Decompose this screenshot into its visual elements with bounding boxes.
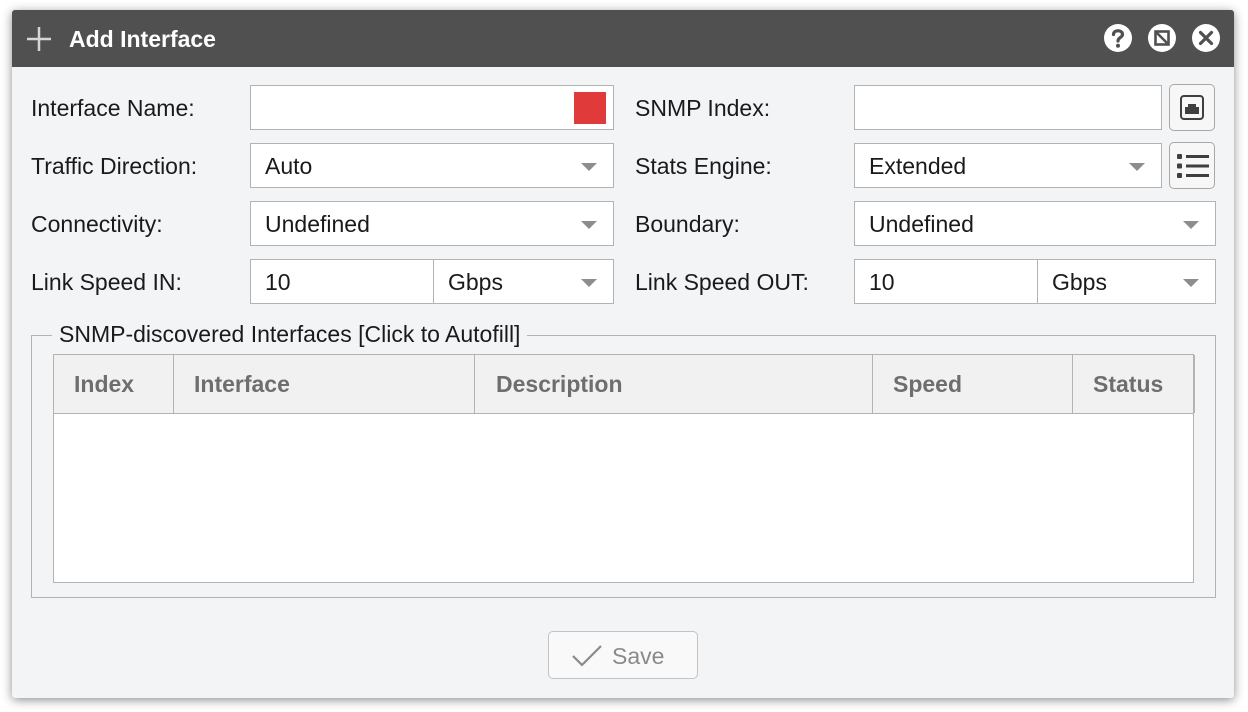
- dialog-title: Add Interface: [69, 26, 216, 52]
- snmp-index-input[interactable]: [854, 85, 1162, 130]
- chevron-down-icon: [581, 279, 597, 287]
- stats-engine-list-button[interactable]: [1169, 142, 1215, 189]
- column-header-status[interactable]: Status: [1073, 355, 1195, 413]
- save-button-label: Save: [612, 643, 665, 669]
- stats-engine-select[interactable]: Extended: [854, 143, 1162, 188]
- link-speed-out-unit-select[interactable]: Gbps: [1038, 260, 1215, 303]
- stats-engine-value: Extended: [869, 153, 967, 179]
- column-header-label: Interface: [194, 371, 290, 397]
- link-speed-in-input[interactable]: 10: [265, 268, 291, 296]
- connectivity-value: Undefined: [265, 211, 370, 237]
- boundary-select[interactable]: Undefined: [854, 201, 1216, 246]
- link-speed-in-unit-value: Gbps: [448, 269, 503, 295]
- chevron-down-icon: [1183, 279, 1199, 287]
- help-icon[interactable]: [1103, 23, 1133, 53]
- column-header-index[interactable]: Index: [54, 355, 174, 413]
- chevron-down-icon: [1183, 221, 1199, 229]
- snmp-index-label: SNMP Index:: [635, 95, 771, 121]
- chevron-down-icon: [581, 221, 597, 229]
- column-header-speed[interactable]: Speed: [873, 355, 1073, 413]
- column-header-label: Index: [74, 371, 135, 397]
- boundary-value: Undefined: [869, 211, 974, 237]
- add-interface-dialog: Add Interface Interface Name: SNMP Index…: [12, 10, 1234, 698]
- column-header-label: Speed: [893, 371, 963, 397]
- traffic-direction-select[interactable]: Auto: [250, 143, 614, 188]
- traffic-direction-label: Traffic Direction:: [31, 153, 198, 179]
- connectivity-label: Connectivity:: [31, 211, 163, 237]
- save-button[interactable]: Save: [548, 631, 698, 679]
- link-speed-out-input[interactable]: 10: [869, 268, 895, 296]
- traffic-direction-value: Auto: [265, 153, 313, 179]
- link-speed-in-unit-select[interactable]: Gbps: [434, 260, 613, 303]
- table-header: Index Interface Description Speed Status: [54, 355, 1195, 414]
- boundary-label: Boundary:: [635, 211, 740, 237]
- snmp-discovered-legend: SNMP-discovered Interfaces [Click to Aut…: [52, 320, 528, 348]
- link-speed-out-group: 10 Gbps: [854, 259, 1216, 304]
- network-port-icon: [1180, 95, 1204, 120]
- link-speed-out-label: Link Speed OUT:: [635, 269, 809, 295]
- plus-icon: [27, 27, 51, 51]
- interface-name-input[interactable]: [250, 85, 614, 130]
- column-header-label: Status: [1093, 371, 1164, 397]
- interface-name-label: Interface Name:: [31, 95, 195, 121]
- link-speed-out-unit-value: Gbps: [1052, 269, 1107, 295]
- snmp-lookup-button[interactable]: [1169, 84, 1215, 131]
- column-header-interface[interactable]: Interface: [174, 355, 475, 413]
- chevron-down-icon: [1129, 163, 1145, 171]
- required-indicator: [574, 92, 606, 124]
- snmp-interfaces-table[interactable]: Index Interface Description Speed Status: [53, 354, 1195, 583]
- check-icon: [572, 645, 602, 667]
- stats-engine-label: Stats Engine:: [635, 153, 772, 179]
- link-speed-in-label: Link Speed IN:: [31, 269, 182, 295]
- column-header-description[interactable]: Description: [475, 355, 873, 413]
- close-icon[interactable]: [1191, 23, 1221, 53]
- connectivity-select[interactable]: Undefined: [250, 201, 614, 246]
- table-body: [54, 414, 1193, 582]
- chevron-down-icon: [581, 163, 597, 171]
- disable-icon[interactable]: [1147, 23, 1177, 53]
- title-bar[interactable]: Add Interface: [12, 10, 1234, 67]
- list-icon: [1177, 154, 1209, 178]
- column-header-label: Description: [496, 371, 623, 397]
- link-speed-in-group: 10 Gbps: [250, 259, 614, 304]
